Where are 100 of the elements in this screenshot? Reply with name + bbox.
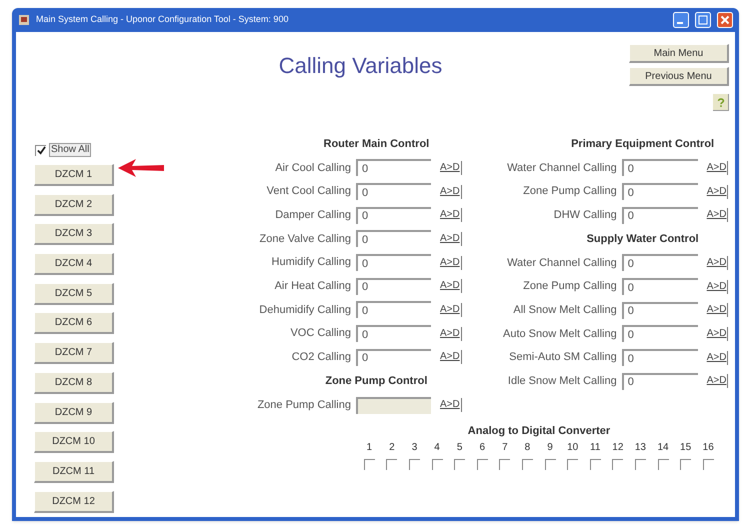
module-button[interactable]: DZCM 3	[34, 223, 114, 246]
channel-number: 1	[366, 442, 372, 454]
field-label: Semi-Auto SM Calling	[508, 350, 617, 366]
section-heading: Zone Pump Control	[325, 374, 428, 389]
app-icon	[18, 14, 30, 26]
input-field[interactable]: 0	[622, 278, 698, 296]
channel-number: 16	[702, 442, 714, 454]
help-icon	[716, 96, 724, 108]
convert-button[interactable]: A>D	[440, 232, 462, 246]
channel-number: 11	[590, 442, 600, 454]
convert-button[interactable]: A>D	[706, 303, 728, 318]
input-field[interactable]: 0	[622, 206, 698, 224]
channel-number: 4	[434, 442, 440, 454]
input-field[interactable]: 0	[622, 254, 698, 272]
module-button[interactable]: DZCM 11	[34, 460, 114, 483]
field-label: Idle Snow Melt Calling	[506, 374, 617, 390]
input-field[interactable]: 0	[356, 254, 431, 272]
convert-button[interactable]: A>D	[706, 374, 728, 388]
channel-number: 13	[634, 442, 646, 454]
field-label: Auto Snow Melt Calling	[502, 326, 617, 342]
input-field[interactable]: 0	[356, 325, 431, 342]
input-field[interactable]: 0	[622, 349, 698, 366]
input-field[interactable]: 0	[356, 230, 431, 248]
module-button[interactable]: DZCM 7	[34, 342, 114, 364]
field-label: All Snow Melt Calling	[512, 303, 617, 318]
convert-button[interactable]: A>D	[440, 208, 462, 222]
convert-button[interactable]: A>D	[706, 350, 728, 365]
convert-button[interactable]: A>D	[440, 302, 462, 317]
channel-number: 8	[524, 442, 530, 454]
channel-number: 2	[389, 442, 395, 454]
channel-number: 5	[456, 442, 462, 454]
checkbox-label: Show All	[49, 143, 92, 157]
field-label: Vent Cool Calling	[266, 184, 351, 200]
nav-button[interactable]: Main Menu	[629, 44, 729, 63]
convert-button[interactable]: A>D	[706, 280, 728, 294]
module-button[interactable]: DZCM 12	[34, 490, 114, 513]
channel-number: 3	[412, 442, 418, 454]
module-button[interactable]: DZCM 4	[34, 253, 114, 276]
field-label: Zone Valve Calling	[258, 232, 351, 247]
module-button[interactable]: DZCM 1	[34, 164, 114, 186]
input-field[interactable]: 0	[356, 159, 431, 176]
nav-button[interactable]: Previous Menu	[629, 67, 729, 86]
field-label: Humidify Calling	[270, 255, 351, 270]
convert-button[interactable]: A>D	[440, 256, 462, 270]
minimize-icon[interactable]	[673, 12, 689, 28]
input-field[interactable]: 0	[356, 183, 431, 200]
field-label: Water Channel Calling	[506, 160, 617, 176]
convert-button[interactable]: A>D	[706, 326, 728, 341]
input-field[interactable]: 0	[356, 348, 431, 366]
field-label: Zone Pump Calling	[522, 184, 617, 200]
input-field[interactable]: 0	[622, 159, 698, 176]
channel-number: 7	[502, 442, 508, 454]
convert-button[interactable]: A>D	[706, 160, 728, 175]
field-label: Air Heat Calling	[274, 279, 351, 294]
convert-button[interactable]: A>D	[440, 326, 462, 341]
channel-number: 14	[657, 442, 669, 454]
field-label: Water Channel Calling	[506, 256, 617, 271]
module-button[interactable]: DZCM 10	[34, 431, 114, 454]
section-heading: Router Main Control	[324, 136, 430, 152]
section-heading: Analog to Digital Converter	[468, 424, 610, 439]
channel-number: 12	[612, 442, 624, 454]
convert-button[interactable]: A>D	[440, 350, 462, 364]
field-label: Air Cool Calling	[274, 160, 351, 176]
module-button[interactable]: DZCM 2	[34, 194, 114, 216]
field-label: Zone Pump Calling	[522, 279, 617, 294]
channel-number: 6	[479, 442, 486, 454]
convert-button[interactable]: A>D	[706, 184, 728, 199]
checkbox[interactable]	[35, 144, 46, 156]
page-title: Calling Variables	[278, 52, 442, 80]
convert-button[interactable]: A>D	[440, 279, 462, 294]
input-field[interactable]: 0	[622, 302, 698, 319]
section-heading: Primary Equipment Control	[571, 136, 714, 152]
module-button[interactable]: DZCM 6	[34, 312, 114, 334]
window-title: Main System Calling - Uponor Configuration Tool - System: 900	[36, 13, 290, 26]
field-label: Dehumidify Calling	[258, 302, 351, 318]
module-button[interactable]: DZCM 5	[34, 282, 114, 305]
section-heading: Supply Water Control	[586, 232, 699, 247]
field-label: CO2 Calling	[290, 350, 351, 366]
input-field[interactable]: 0	[356, 278, 431, 295]
close-icon[interactable]	[717, 12, 733, 28]
convert-button[interactable]: A>D	[706, 256, 728, 270]
input-field[interactable]: 0	[622, 372, 698, 390]
channel-number: 10	[567, 442, 578, 454]
maximize-icon[interactable]	[695, 12, 711, 28]
convert-button[interactable]: A>D	[440, 160, 462, 175]
channel-number: 9	[547, 442, 553, 454]
module-button[interactable]: DZCM 9	[34, 402, 114, 424]
field-label: Zone Pump Calling	[256, 398, 351, 413]
field-label: VOC Calling	[289, 326, 351, 342]
input-field[interactable]: 0	[622, 325, 698, 342]
convert-button[interactable]: A>D	[440, 184, 462, 199]
module-button[interactable]: DZCM 8	[34, 372, 114, 394]
help-button[interactable]	[713, 94, 729, 111]
input-field[interactable]: 0	[356, 301, 431, 318]
input-field[interactable]: 0	[622, 183, 698, 200]
convert-button[interactable]: A>D	[706, 208, 728, 222]
field-label: Damper Calling	[274, 208, 351, 223]
channel-number: 15	[680, 442, 692, 454]
input-field[interactable]: 0	[356, 206, 431, 224]
field-label: DHW Calling	[552, 208, 617, 223]
